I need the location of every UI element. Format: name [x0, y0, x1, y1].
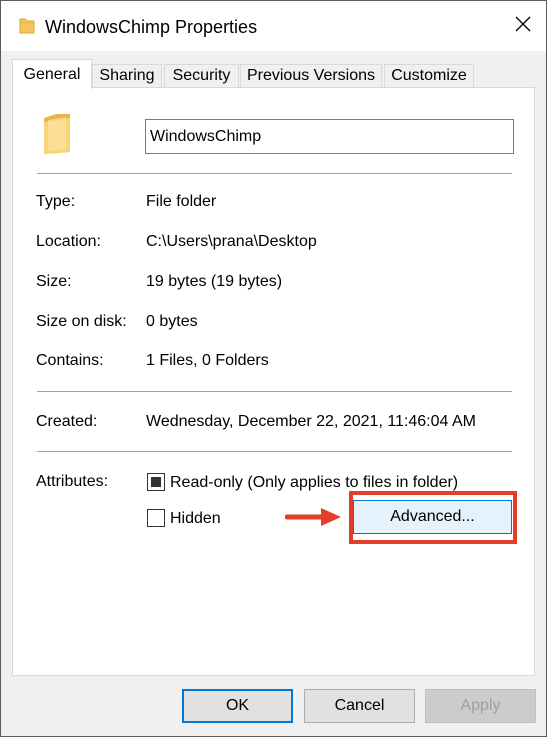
advanced-button[interactable]: Advanced...	[353, 500, 512, 534]
size-on-disk-value: 0 bytes	[146, 313, 198, 330]
readonly-label[interactable]: Read-only (Only applies to files in fold…	[170, 473, 458, 493]
separator	[37, 391, 512, 392]
hidden-label[interactable]: Hidden	[170, 509, 221, 529]
separator	[37, 173, 512, 174]
readonly-checkbox[interactable]	[147, 473, 165, 491]
separator	[37, 451, 512, 452]
folder-icon	[42, 112, 72, 156]
hidden-checkbox[interactable]	[147, 509, 165, 527]
properties-dialog: WindowsChimp Properties General Sharing …	[0, 0, 547, 737]
contains-label: Contains:	[36, 352, 104, 369]
arrow-right-icon	[284, 506, 345, 528]
type-label: Type:	[36, 193, 76, 210]
close-icon	[515, 16, 531, 37]
type-value: File folder	[146, 193, 217, 210]
ok-button[interactable]: OK	[182, 689, 293, 723]
tab-previous-versions[interactable]: Previous Versions	[240, 64, 382, 88]
location-value: C:\Users\prana\Desktop	[146, 233, 317, 250]
created-label: Created:	[36, 413, 98, 430]
indeterminate-mark	[151, 477, 161, 487]
created-value: Wednesday, December 22, 2021, 11:46:04 A…	[146, 413, 476, 430]
window-title: WindowsChimp Properties	[45, 17, 258, 37]
size-label: Size:	[36, 273, 72, 290]
apply-button: Apply	[425, 689, 536, 723]
title-bar: WindowsChimp Properties	[1, 1, 546, 51]
tab-sharing[interactable]: Sharing	[92, 64, 162, 88]
attributes-label: Attributes:	[36, 473, 109, 490]
folder-icon	[19, 16, 35, 34]
general-panel: Type: File folder Location: C:\Users\pra…	[12, 87, 535, 676]
close-button[interactable]	[500, 1, 546, 51]
tab-customize[interactable]: Customize	[384, 64, 474, 88]
size-value: 19 bytes (19 bytes)	[146, 273, 283, 290]
cancel-button[interactable]: Cancel	[304, 689, 415, 723]
folder-name-input[interactable]	[145, 119, 514, 154]
tab-general[interactable]: General	[12, 59, 92, 89]
location-label: Location:	[36, 233, 101, 250]
size-on-disk-label: Size on disk:	[36, 313, 127, 330]
contains-value: 1 Files, 0 Folders	[146, 352, 269, 369]
tab-security[interactable]: Security	[164, 64, 239, 88]
